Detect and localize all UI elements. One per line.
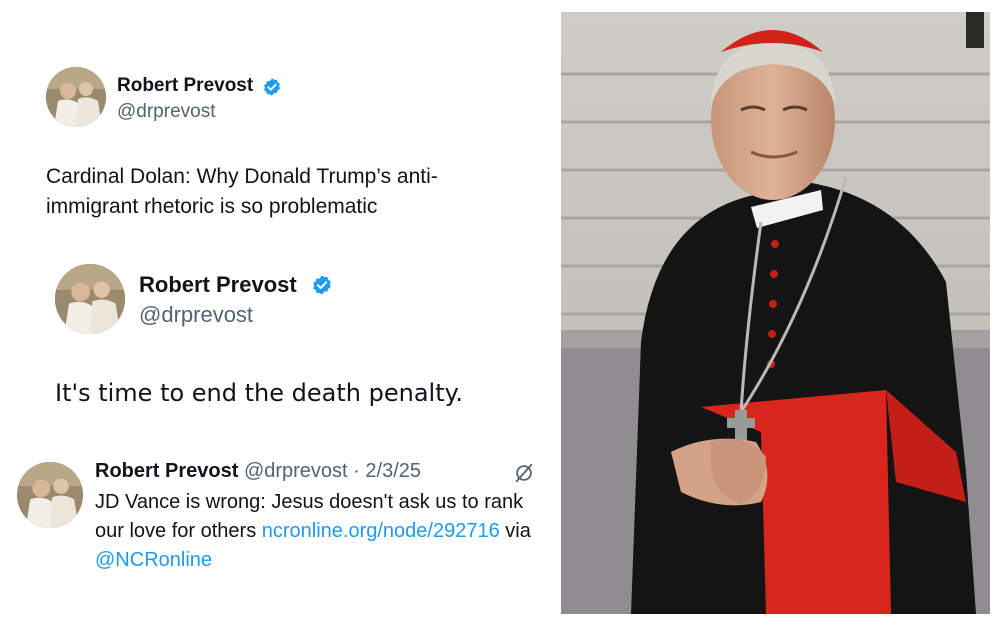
avatar-image [55,264,125,334]
article-link[interactable]: ncronline.org/node/292716 [262,520,500,542]
user-handle[interactable]: @drprevost [139,302,253,328]
tweet-1[interactable]: Robert Prevost @drprevost Cardinal Dolan… [0,0,550,235]
avatar-image [46,67,106,127]
user-name[interactable]: Robert Prevost [95,460,238,482]
user-name[interactable]: Robert Prevost [117,75,253,97]
photo-illustration [561,12,990,614]
user-handle[interactable]: @drprevost [117,101,216,123]
grok-icon[interactable] [513,462,535,484]
avatar-image [17,462,83,528]
user-handle[interactable]: @drprevost [244,460,348,482]
tweet-header: Robert Prevost @drprevost · 2/3/25 [95,460,421,483]
avatar[interactable] [55,264,125,334]
verified-badge-icon [262,77,282,97]
avatar[interactable] [46,67,106,127]
tweet-3[interactable]: Robert Prevost @drprevost · 2/3/25 JD Va… [0,445,550,585]
tweet-date[interactable]: · 2/3/25 [353,460,421,482]
avatar[interactable] [17,462,83,528]
tweet-2[interactable]: Robert Prevost @drprevost It's time to e… [0,240,550,430]
tweet-text: Cardinal Dolan: Why Donald Trump’s anti-… [46,165,438,218]
cardinal-photo [561,12,990,614]
mention-link[interactable]: @NCRonline [95,549,212,571]
via-text: via [499,520,531,542]
verified-badge-icon [311,274,333,296]
tweet-text: It's time to end the death penalty. [55,379,464,407]
user-name[interactable]: Robert Prevost [139,272,297,298]
tweet-text: JD Vance is wrong: Jesus doesn't ask us … [95,488,545,575]
